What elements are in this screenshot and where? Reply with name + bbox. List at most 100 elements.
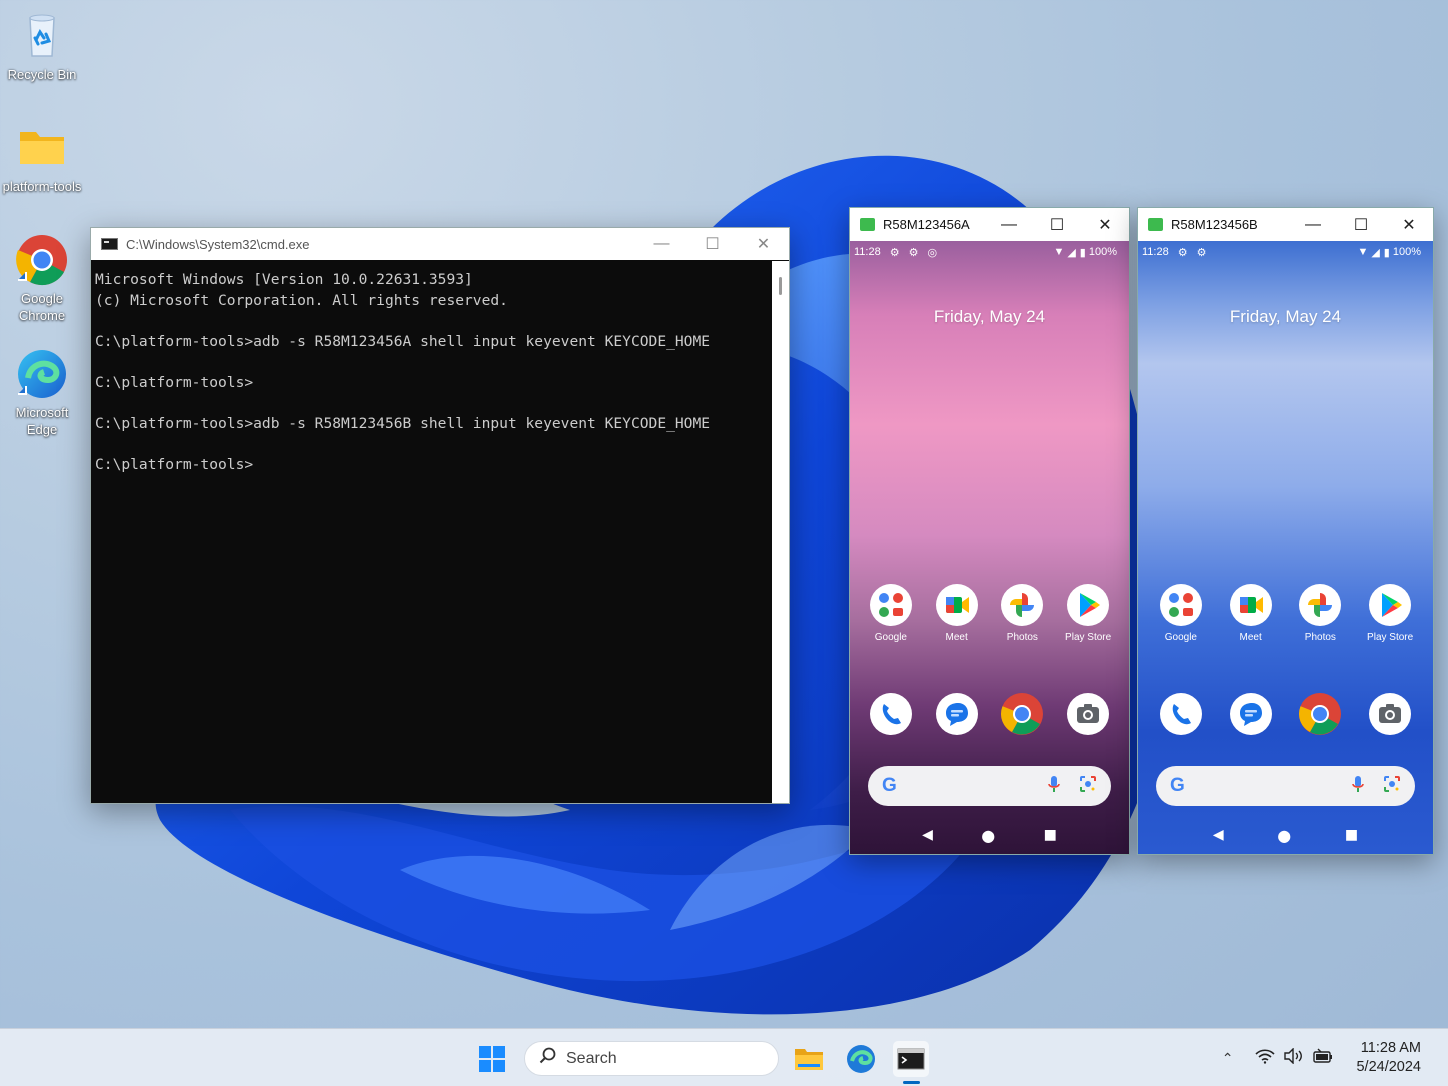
maximize-button[interactable]: ☐ <box>687 228 738 260</box>
app-photos[interactable]: Photos <box>1289 584 1351 643</box>
app-google[interactable]: Google <box>860 584 922 643</box>
app-label: Photos <box>1304 632 1336 643</box>
photos-icon <box>1001 584 1044 626</box>
app-play-store[interactable]: Play Store <box>1359 584 1421 643</box>
app-label: Google <box>874 632 907 643</box>
scrollbar[interactable] <box>772 261 789 803</box>
desktop-icon-platform-tools[interactable]: platform-tools <box>2 122 82 195</box>
taskbar-clock[interactable]: 11:28 AM 5/24/2024 <box>1356 1039 1421 1077</box>
home-icon[interactable]: ● <box>981 826 995 845</box>
close-button[interactable]: ✕ <box>1081 209 1129 241</box>
meet-icon <box>935 584 978 626</box>
folder-icon <box>16 122 68 174</box>
close-button[interactable]: ✕ <box>738 228 789 260</box>
desktop-icon-microsoft-edge[interactable]: Microsoft Edge <box>2 348 82 438</box>
dock-phone[interactable] <box>1150 693 1212 735</box>
app-google[interactable]: Google <box>1150 584 1212 643</box>
app-meet[interactable]: Meet <box>1220 584 1282 643</box>
system-tray: ⌃ 11:28 AM 5/24/2024 <box>1222 1029 1448 1086</box>
phone-title: R58M123456A <box>883 217 970 232</box>
dock-camera[interactable] <box>1057 693 1119 735</box>
scrollbar-thumb[interactable] <box>779 277 782 295</box>
battery-icon: ▮ <box>1383 246 1390 259</box>
lens-icon[interactable] <box>1383 775 1401 797</box>
home-icon[interactable]: ● <box>1277 826 1291 845</box>
battery-level: 100% <box>1088 246 1117 258</box>
minimize-button[interactable]: — <box>985 209 1033 241</box>
app-label: Meet <box>945 632 968 643</box>
chrome-icon <box>1001 693 1044 735</box>
battery-icon[interactable] <box>1312 1048 1334 1069</box>
battery-icon: ▮ <box>1079 246 1086 259</box>
app-photos[interactable]: Photos <box>991 584 1053 643</box>
google-search-bar[interactable]: G <box>1156 766 1415 806</box>
close-button[interactable]: ✕ <box>1385 209 1433 241</box>
dock-messages[interactable] <box>1220 693 1282 735</box>
phone-window-b[interactable]: R58M123456B — ☐ ✕ 11:28 ⚙ ⚙ ▼ ◢ ▮ 100% F… <box>1137 207 1434 855</box>
edge-icon <box>847 1045 875 1073</box>
microphone-icon[interactable] <box>1047 775 1061 797</box>
recents-icon[interactable]: ■ <box>1345 827 1358 843</box>
signal-icon: ◢ <box>1067 246 1076 259</box>
android-navbar: ◀ ● ■ <box>850 824 1129 846</box>
console-line: C:\platform-tools> <box>95 456 254 474</box>
phone-icon <box>1159 693 1202 735</box>
clock-date: 5/24/2024 <box>1356 1059 1421 1075</box>
home-date[interactable]: Friday, May 24 <box>850 307 1129 327</box>
volume-icon[interactable] <box>1283 1046 1303 1069</box>
minimize-button[interactable]: — <box>1289 209 1337 241</box>
back-icon[interactable]: ◀ <box>1213 827 1224 843</box>
maximize-button[interactable]: ☐ <box>1337 209 1385 241</box>
wifi-icon[interactable] <box>1255 1048 1276 1069</box>
photos-icon <box>1299 584 1342 626</box>
app-label: Play Store <box>1065 632 1112 643</box>
app-meet[interactable]: Meet <box>926 584 988 643</box>
phone-screen[interactable]: 11:28 ⚙ ⚙ ▼ ◢ ▮ 100% Friday, May 24 Goog… <box>1138 241 1433 854</box>
phone-window-a[interactable]: R58M123456A — ☐ ✕ 11:28 ⚙ ⚙ ◎ ▼ ◢ ▮ 100%… <box>849 207 1130 855</box>
phone-titlebar[interactable]: R58M123456B — ☐ ✕ <box>1138 208 1433 241</box>
lens-icon[interactable] <box>1079 775 1097 797</box>
wifi-icon: ▼ <box>1357 246 1369 258</box>
dock-phone[interactable] <box>860 693 922 735</box>
google-logo: G <box>1170 775 1185 796</box>
status-time: 11:28 <box>854 246 881 258</box>
taskbar-edge[interactable] <box>843 1041 879 1077</box>
console-icon <box>101 238 118 250</box>
console-line: C:\platform-tools> <box>95 373 254 391</box>
console-output[interactable]: Microsoft Windows [Version 10.0.22631.35… <box>95 270 771 476</box>
taskbar-terminal[interactable] <box>893 1041 929 1077</box>
phone-titlebar[interactable]: R58M123456A — ☐ ✕ <box>850 208 1129 241</box>
meet-icon <box>1229 584 1272 626</box>
console-line: Microsoft Windows [Version 10.0.22631.35… <box>95 271 473 288</box>
desktop-icon-google-chrome[interactable]: Google Chrome <box>2 234 82 324</box>
app-label: Meet <box>1239 632 1262 643</box>
phone-screen[interactable]: 11:28 ⚙ ⚙ ◎ ▼ ◢ ▮ 100% Friday, May 24 Go… <box>850 241 1129 854</box>
minimize-button[interactable]: — <box>636 228 687 260</box>
back-icon[interactable]: ◀ <box>922 827 933 843</box>
microphone-icon[interactable] <box>1351 775 1365 797</box>
dock-chrome[interactable] <box>1289 693 1351 735</box>
status-time: 11:28 <box>1142 246 1169 258</box>
recents-icon[interactable]: ■ <box>1044 827 1057 843</box>
dock-camera[interactable] <box>1359 693 1421 735</box>
chevron-up-icon[interactable]: ⌃ <box>1222 1050 1234 1067</box>
google-search-bar[interactable]: G <box>868 766 1111 806</box>
taskbar-file-explorer[interactable] <box>791 1041 827 1077</box>
desktop-icon-label: platform-tools <box>2 179 82 194</box>
dock-chrome[interactable] <box>991 693 1053 735</box>
desktop-icon-recycle-bin[interactable]: Recycle Bin <box>2 10 82 83</box>
home-date[interactable]: Friday, May 24 <box>1138 307 1433 327</box>
search-placeholder: Search <box>566 1049 617 1067</box>
start-button[interactable] <box>474 1041 510 1077</box>
active-indicator <box>903 1081 920 1084</box>
dock-messages[interactable] <box>926 693 988 735</box>
taskbar: Search ⌃ 11:28 AM 5/24/2024 <box>0 1028 1448 1086</box>
app-play-store[interactable]: Play Store <box>1057 584 1119 643</box>
gear-icon: ⚙ <box>908 246 919 259</box>
cmd-window[interactable]: C:\Windows\System32\cmd.exe — ☐ ✕ Micros… <box>90 227 790 804</box>
cmd-titlebar[interactable]: C:\Windows\System32\cmd.exe — ☐ ✕ <box>91 228 789 260</box>
play-store-icon <box>1067 584 1110 626</box>
taskbar-search[interactable]: Search <box>524 1041 779 1076</box>
maximize-button[interactable]: ☐ <box>1033 209 1081 241</box>
